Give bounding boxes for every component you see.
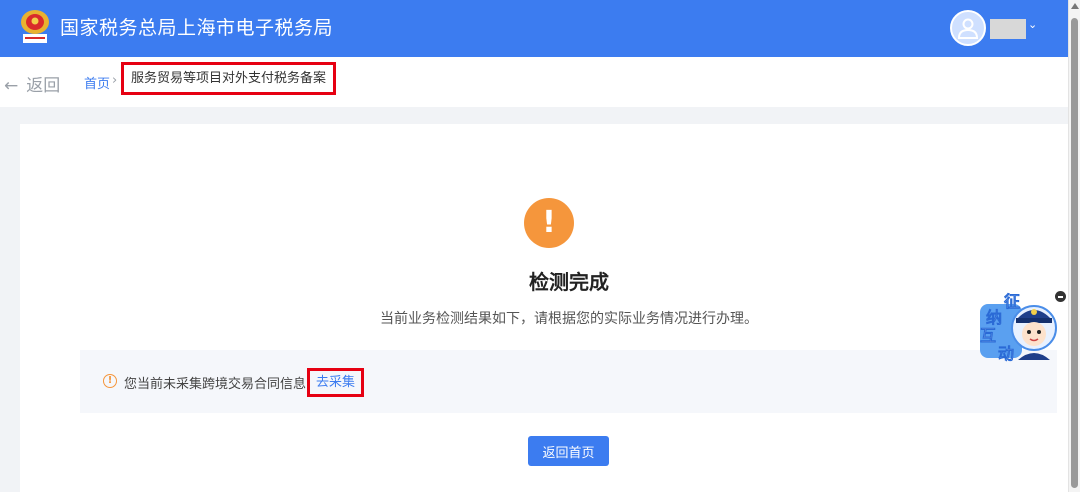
warning-icon: ! (524, 198, 574, 248)
user-avatar-icon (957, 18, 979, 39)
notice-box: ! 您当前未采集跨境交易合同信息, 去采集 (80, 350, 1057, 413)
notice-text: 您当前未采集跨境交易合同信息, (124, 377, 311, 392)
info-warning-icon: ! (103, 374, 117, 388)
breadcrumb-home-link[interactable]: 首页 (84, 73, 110, 92)
username-redacted[interactable] (990, 19, 1026, 39)
return-home-button[interactable]: 返回首页 (528, 436, 609, 466)
result-title: 检测完成 (529, 270, 609, 294)
breadcrumb: ← 返回 首页 › 服务贸易等项目对外支付税务备案 (0, 57, 1068, 107)
chevron-down-icon[interactable]: ⌄ (1028, 18, 1037, 31)
assistant-widget[interactable]: 征 纳 互 动 (978, 290, 1060, 364)
assistant-char-3: 互 (980, 326, 997, 346)
page-scrollbar[interactable] (1068, 0, 1080, 492)
arrow-left-icon: ← (4, 76, 19, 96)
back-label: 返回 (26, 76, 61, 96)
result-description: 当前业务检测结果如下，请根据您的实际业务情况进行办理。 (380, 311, 758, 327)
tax-emblem-icon (21, 10, 49, 43)
assistant-char-1: 征 (1004, 292, 1021, 312)
back-button[interactable]: ← 返回 (4, 71, 60, 96)
go-collect-link[interactable]: 去采集 (307, 368, 365, 397)
top-header: 国家税务总局上海市电子税务局 ⌄ (0, 0, 1068, 57)
scroll-up-arrow-icon[interactable] (1071, 3, 1079, 9)
scrollbar-thumb[interactable] (1071, 18, 1078, 488)
breadcrumb-separator: › (112, 73, 118, 88)
assistant-char-4: 动 (998, 344, 1015, 364)
app-title: 国家税务总局上海市电子税务局 (60, 17, 334, 39)
user-avatar[interactable] (950, 10, 986, 46)
assistant-close-icon[interactable] (1055, 291, 1066, 302)
breadcrumb-current-page: 服务贸易等项目对外支付税务备案 (121, 62, 337, 95)
